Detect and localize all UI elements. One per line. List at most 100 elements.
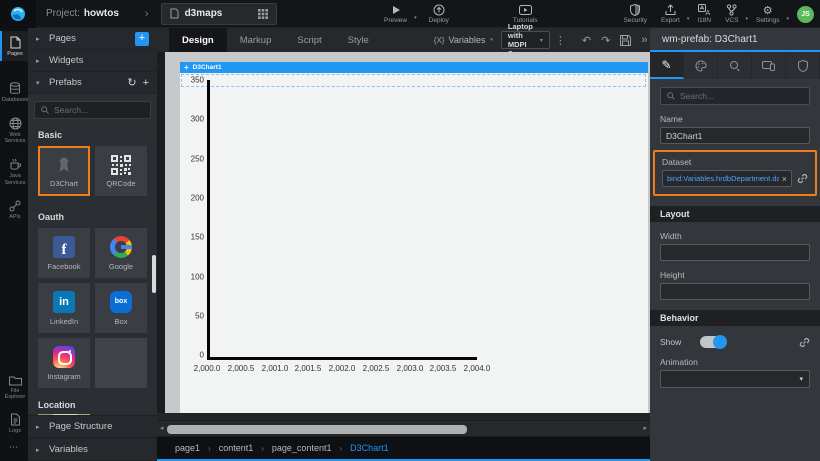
prefab-tile-qrcode[interactable]: QRCode bbox=[95, 146, 147, 196]
save-button[interactable] bbox=[615, 35, 636, 46]
chevron-down-icon[interactable]: ▾ bbox=[786, 16, 789, 22]
properties-panel-title: wm-prefab: D3Chart1 bbox=[650, 28, 820, 52]
show-toggle[interactable] bbox=[700, 336, 726, 348]
page-tab-d3maps[interactable]: d3maps bbox=[161, 3, 277, 25]
tile-label: D3Chart bbox=[50, 179, 78, 188]
caret-down-icon: ▾ bbox=[540, 37, 543, 44]
tab-events[interactable] bbox=[718, 52, 752, 79]
user-avatar[interactable]: JS bbox=[797, 6, 814, 23]
tab-devices[interactable] bbox=[752, 52, 786, 79]
device-selector[interactable]: Laptop with MDPI Screen ▾ bbox=[501, 31, 550, 49]
dataset-field-input[interactable]: bind:Variables.hrdbDepartment.dataSe × bbox=[662, 170, 792, 187]
left-panel-bottom-rows: ▸ Page Structure ▸ Variables bbox=[28, 415, 157, 461]
variables-button[interactable]: {X} Variables ▾ bbox=[434, 35, 493, 45]
accordion-widgets[interactable]: ▸ Widgets bbox=[28, 50, 157, 72]
animation-select[interactable]: ▾ bbox=[660, 370, 810, 388]
scroll-left-arrow[interactable]: ◂ bbox=[160, 424, 164, 432]
breadcrumb-content1[interactable]: content1 bbox=[219, 443, 254, 453]
import-prefab-button[interactable]: + bbox=[143, 77, 149, 89]
accordion-pages[interactable]: ▸ Pages + bbox=[28, 28, 157, 50]
chevron-down-icon[interactable]: ▾ bbox=[687, 16, 690, 22]
tab-styles[interactable] bbox=[684, 52, 718, 79]
breadcrumb-page1[interactable]: page1 bbox=[175, 443, 200, 453]
clear-binding-icon[interactable]: × bbox=[782, 174, 787, 184]
name-field-value: D3Chart1 bbox=[666, 131, 702, 141]
rail-item-web-services[interactable]: Web Services bbox=[0, 112, 28, 149]
i18n-button[interactable]: A I18N bbox=[691, 4, 717, 24]
breadcrumb-page-content1[interactable]: page_content1 bbox=[272, 443, 332, 453]
tab-properties[interactable]: ✎ bbox=[650, 52, 684, 79]
add-page-button[interactable]: + bbox=[135, 32, 149, 46]
scroll-right-arrow[interactable]: ▸ bbox=[643, 424, 647, 432]
prefab-search-input[interactable]: Search... bbox=[34, 101, 151, 119]
undo-button[interactable]: ↶ bbox=[577, 34, 596, 47]
prefab-tile-linkedin[interactable]: in LinkedIn bbox=[38, 283, 90, 333]
more-options-icon[interactable]: ⋮ bbox=[550, 34, 571, 47]
left-panel-scrollbar-thumb[interactable] bbox=[152, 255, 156, 293]
tile-label: Facebook bbox=[48, 262, 81, 271]
artboard-page[interactable]: + D3Chart1 350 300 250 200 150 100 50 0 … bbox=[180, 62, 648, 413]
preview-button[interactable]: Preview bbox=[378, 4, 413, 24]
tab-style[interactable]: Style bbox=[335, 28, 382, 52]
chevron-right-icon: › bbox=[145, 8, 149, 20]
y-tick-label: 150 bbox=[180, 233, 204, 242]
refresh-icon[interactable]: ↻ bbox=[127, 76, 136, 89]
rail-more-button[interactable]: ⋯ bbox=[0, 438, 28, 461]
deploy-button[interactable]: Deploy bbox=[423, 4, 455, 24]
prefab-tile-box[interactable]: box Box bbox=[95, 283, 147, 333]
move-icon[interactable]: + bbox=[184, 64, 189, 72]
tab-security[interactable] bbox=[786, 52, 820, 79]
prefab-tile-google[interactable]: Google bbox=[95, 228, 147, 278]
prefab-tile-facebook[interactable]: f Facebook bbox=[38, 228, 90, 278]
tab-design[interactable]: Design bbox=[169, 28, 227, 52]
rail-label: APIs bbox=[9, 214, 21, 220]
width-field-input[interactable] bbox=[660, 244, 810, 261]
accordion-label: Prefabs bbox=[49, 77, 121, 88]
rail-item-java-services[interactable]: Java Services bbox=[0, 153, 28, 190]
accordion-prefabs[interactable]: ▾ Prefabs ↻ + bbox=[28, 72, 157, 94]
bind-property-icon[interactable] bbox=[797, 173, 808, 184]
viewport-left-gutter bbox=[157, 52, 165, 420]
security-button[interactable]: Security bbox=[618, 4, 653, 24]
redo-button[interactable]: ↷ bbox=[596, 34, 615, 47]
height-field-input[interactable] bbox=[660, 283, 810, 300]
accordion-page-structure[interactable]: ▸ Page Structure bbox=[28, 415, 157, 438]
tab-markup[interactable]: Markup bbox=[227, 28, 285, 52]
rail-item-databases[interactable]: Databases bbox=[0, 77, 28, 107]
horizontal-scrollbar[interactable]: ◂ ▸ bbox=[157, 420, 650, 437]
tab-script[interactable]: Script bbox=[284, 28, 334, 52]
breadcrumb-d3chart1[interactable]: D3Chart1 bbox=[350, 443, 389, 453]
google-icon bbox=[110, 236, 132, 258]
accordion-variables[interactable]: ▸ Variables bbox=[28, 438, 157, 461]
export-button[interactable]: Export bbox=[655, 4, 686, 24]
rail-label: Java Services bbox=[2, 173, 28, 186]
rail-item-pages[interactable]: Pages bbox=[0, 31, 28, 61]
y-tick-label: 0 bbox=[180, 351, 204, 360]
security-label: Security bbox=[624, 17, 647, 24]
y-tick-label: 350 bbox=[180, 76, 204, 85]
play-icon bbox=[391, 4, 401, 16]
app-logo[interactable] bbox=[0, 0, 36, 28]
grid-icon[interactable] bbox=[258, 9, 268, 19]
chevron-down-icon[interactable]: ▾ bbox=[745, 16, 748, 22]
tutorials-button[interactable]: Tutorials bbox=[507, 4, 544, 24]
name-field-input[interactable]: D3Chart1 bbox=[660, 127, 810, 144]
chevron-down-icon: ▾ bbox=[490, 37, 493, 43]
horizontal-scrollbar-thumb[interactable] bbox=[167, 425, 467, 434]
oauth-tile-grid: f Facebook Google in LinkedIn box Box bbox=[28, 226, 157, 396]
rail-item-apis[interactable]: APIs bbox=[0, 195, 28, 224]
chevron-right-icon: › bbox=[261, 444, 264, 453]
search-placeholder: Search... bbox=[54, 105, 88, 115]
vcs-button[interactable]: VCS bbox=[719, 4, 744, 24]
palette-icon bbox=[695, 60, 707, 72]
rail-item-file-explorer[interactable]: File Explorer bbox=[0, 370, 28, 405]
selected-widget-header[interactable]: + D3Chart1 bbox=[180, 62, 648, 73]
rail-item-logs[interactable]: Logs bbox=[0, 408, 28, 438]
prefab-tile-instagram[interactable]: Instagram bbox=[38, 338, 90, 388]
properties-search-input[interactable]: Search... bbox=[660, 87, 810, 105]
chevron-down-icon[interactable]: ▾ bbox=[414, 15, 417, 21]
bind-property-icon[interactable] bbox=[799, 337, 810, 348]
chart-x-axis bbox=[207, 357, 477, 360]
settings-button[interactable]: ⚙ Settings bbox=[750, 4, 786, 24]
prefab-tile-d3chart[interactable]: D3Chart bbox=[38, 146, 90, 196]
